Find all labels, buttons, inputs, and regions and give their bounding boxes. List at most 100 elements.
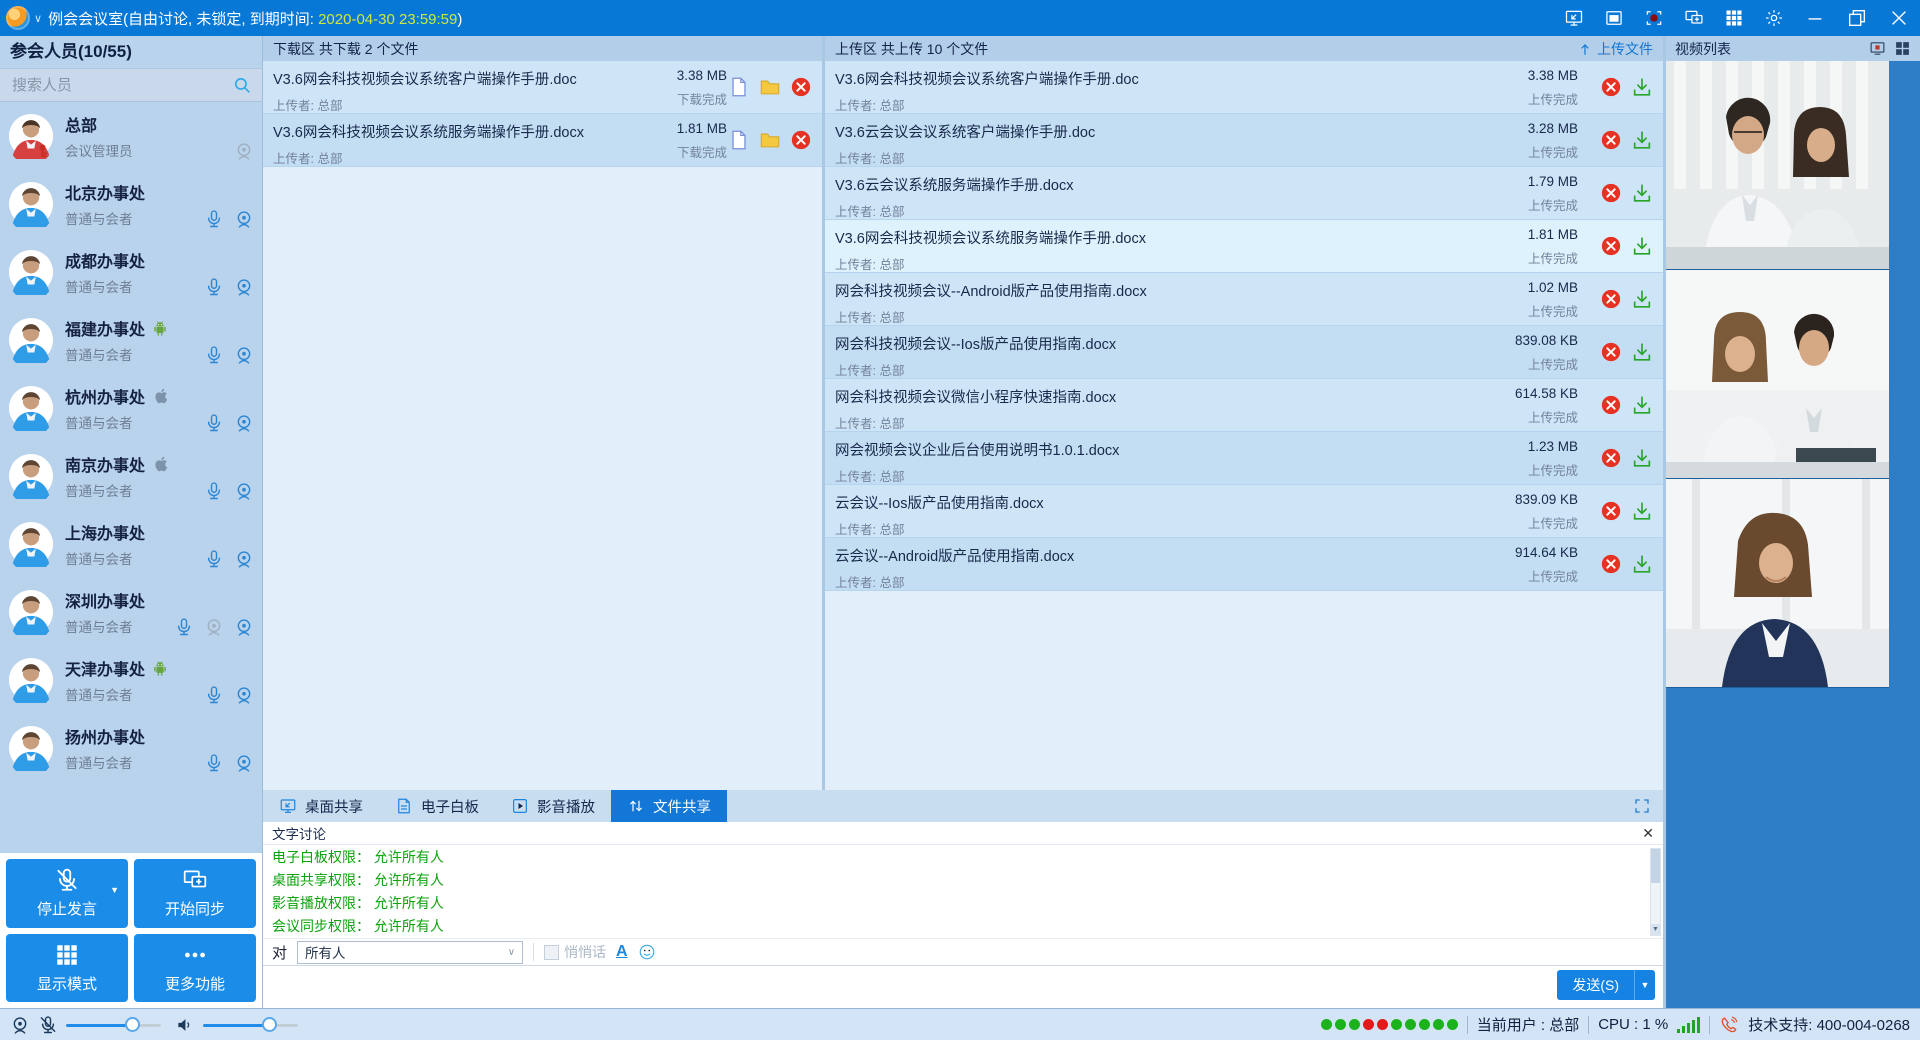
camera-icon[interactable] (234, 685, 254, 705)
upload-file-row[interactable]: V3.6云会议系统服务端操作手册.docx 上传者: 总部 1.79 MB上传完… (825, 167, 1663, 220)
delete-file-icon[interactable] (1600, 447, 1622, 469)
video-layout-grid-icon[interactable] (1894, 40, 1911, 57)
download-file-icon[interactable] (1631, 76, 1653, 98)
delete-file-icon[interactable] (1600, 76, 1622, 98)
delete-file-icon[interactable] (1600, 129, 1622, 151)
chat-messages[interactable]: 电子白板权限： 允许所有人 桌面共享权限： 允许所有人 影音播放权限： 允许所有… (263, 846, 1647, 936)
mic-icon[interactable] (204, 345, 224, 365)
window-mode-icon[interactable] (1604, 8, 1624, 28)
download-file-icon[interactable] (1631, 288, 1653, 310)
mic-muted-status-icon[interactable] (38, 1015, 58, 1035)
download-file-icon[interactable] (1631, 235, 1653, 257)
stop-speaking-button[interactable]: 停止发言 ▼ (6, 859, 128, 928)
participant-row[interactable]: 上海办事处 普通与会者 (0, 510, 262, 578)
delete-file-icon[interactable] (1600, 235, 1622, 257)
open-file-icon[interactable] (728, 76, 750, 98)
download-file-icon[interactable] (1631, 394, 1653, 416)
participant-row[interactable]: 北京办事处 普通与会者 (0, 170, 262, 238)
open-file-icon[interactable] (728, 129, 750, 151)
download-file-icon[interactable] (1631, 553, 1653, 575)
webcam-status-icon[interactable] (10, 1015, 30, 1035)
camera-off-icon[interactable] (204, 617, 224, 637)
participant-row[interactable]: 深圳办事处 普通与会者 (0, 578, 262, 646)
camera-icon[interactable] (234, 617, 254, 637)
dialpad-grid-icon[interactable] (1724, 8, 1744, 28)
upload-file-row[interactable]: V3.6网会科技视频会议系统客户端操作手册.doc 上传者: 总部 3.38 M… (825, 61, 1663, 114)
download-file-row[interactable]: V3.6网会科技视频会议系统服务端操作手册.docx 上传者: 总部 1.81 … (263, 114, 822, 167)
font-style-button[interactable]: A (616, 943, 628, 961)
app-logo-icon[interactable] (6, 6, 30, 30)
delete-file-icon[interactable] (1600, 553, 1622, 575)
open-folder-icon[interactable] (759, 129, 781, 151)
camera-icon[interactable] (234, 345, 254, 365)
participant-search[interactable] (0, 68, 262, 102)
download-file-icon[interactable] (1631, 341, 1653, 363)
close-button[interactable] (1888, 7, 1910, 29)
upload-file-row[interactable]: 云会议--Android版产品使用指南.docx 上传者: 总部 914.64 … (825, 538, 1663, 591)
participant-row[interactable]: 天津办事处 普通与会者 (0, 646, 262, 714)
delete-file-icon[interactable] (1600, 182, 1622, 204)
upload-file-row[interactable]: 网会视频会议企业后台使用说明书1.0.1.docx 上传者: 总部 1.23 M… (825, 432, 1663, 485)
chat-scrollbar[interactable]: ▼ (1650, 848, 1661, 936)
camera-icon[interactable] (234, 549, 254, 569)
delete-file-icon[interactable] (1600, 288, 1622, 310)
camera-icon[interactable] (234, 413, 254, 433)
emoji-button[interactable] (638, 943, 656, 961)
upload-file-row[interactable]: 网会科技视频会议--Android版产品使用指南.docx 上传者: 总部 1.… (825, 273, 1663, 326)
tab-desktop-share[interactable]: 桌面共享 (263, 790, 379, 822)
upload-file-row[interactable]: V3.6云会议会议系统客户端操作手册.doc 上传者: 总部 3.28 MB上传… (825, 114, 1663, 167)
speaker-icon[interactable] (175, 1015, 195, 1035)
start-sync-button[interactable]: 开始同步 (134, 859, 256, 928)
delete-file-icon[interactable] (1600, 394, 1622, 416)
chat-close-icon[interactable]: ✕ (1642, 826, 1654, 840)
mic-icon[interactable] (204, 209, 224, 229)
maximize-button[interactable] (1846, 7, 1868, 29)
camera-icon[interactable] (234, 481, 254, 501)
display-mode-button[interactable]: 显示模式 (6, 934, 128, 1003)
speaker-volume-slider[interactable] (203, 1017, 298, 1033)
mic-volume-slider[interactable] (66, 1017, 161, 1033)
video-thumbnail-3[interactable] (1666, 479, 1889, 688)
upload-file-row[interactable]: 云会议--Ios版产品使用指南.docx 上传者: 总部 839.09 KB上传… (825, 485, 1663, 538)
delete-file-icon[interactable] (790, 76, 812, 98)
mic-icon[interactable] (204, 549, 224, 569)
record-icon[interactable] (1644, 8, 1664, 28)
participant-row[interactable]: 总部 会议管理员 (0, 102, 262, 170)
open-folder-icon[interactable] (759, 76, 781, 98)
camera-icon[interactable] (234, 209, 254, 229)
upload-file-row-selected[interactable]: V3.6网会科技视频会议系统服务端操作手册.docx 上传者: 总部 1.81 … (825, 220, 1663, 273)
slider-thumb[interactable] (262, 1017, 277, 1032)
mic-icon[interactable] (204, 753, 224, 773)
participant-row[interactable]: 扬州办事处 普通与会者 (0, 714, 262, 782)
slider-thumb[interactable] (125, 1017, 140, 1032)
video-thumbnail-1[interactable] (1666, 61, 1889, 270)
mic-icon[interactable] (204, 481, 224, 501)
delete-file-icon[interactable] (1600, 500, 1622, 522)
delete-file-icon[interactable] (790, 129, 812, 151)
logo-caret-icon[interactable]: ∨ (34, 12, 42, 25)
camera-icon[interactable] (234, 753, 254, 773)
checkbox-box[interactable] (544, 945, 559, 960)
tab-media-play[interactable]: 影音播放 (495, 790, 611, 822)
recipient-select[interactable]: 所有人 ∨ (297, 941, 523, 964)
screen-share-icon[interactable] (1564, 8, 1584, 28)
search-input[interactable] (10, 76, 233, 95)
download-file-icon[interactable] (1631, 182, 1653, 204)
search-icon[interactable] (233, 76, 252, 95)
camera-icon[interactable] (234, 277, 254, 297)
send-options-caret[interactable]: ▼ (1634, 970, 1655, 1000)
send-button[interactable]: 发送(S) ▼ (1557, 970, 1655, 1000)
minimize-button[interactable] (1804, 7, 1826, 29)
whisper-checkbox[interactable]: 悄悄话 (544, 942, 606, 962)
fullscreen-expand-icon[interactable] (1633, 797, 1651, 815)
participant-row[interactable]: 杭州办事处 普通与会者 (0, 374, 262, 442)
mic-icon[interactable] (204, 685, 224, 705)
scrollbar-thumb[interactable] (1651, 849, 1660, 883)
mic-icon[interactable] (174, 617, 194, 637)
settings-gear-icon[interactable] (1764, 8, 1784, 28)
sync-screens-icon[interactable] (1684, 8, 1704, 28)
mic-icon[interactable] (204, 277, 224, 297)
upload-file-row[interactable]: 网会科技视频会议微信小程序快速指南.docx 上传者: 总部 614.58 KB… (825, 379, 1663, 432)
scroll-down-icon[interactable]: ▼ (1651, 924, 1660, 935)
upload-file-row[interactable]: 网会科技视频会议--Ios版产品使用指南.docx 上传者: 总部 839.08… (825, 326, 1663, 379)
